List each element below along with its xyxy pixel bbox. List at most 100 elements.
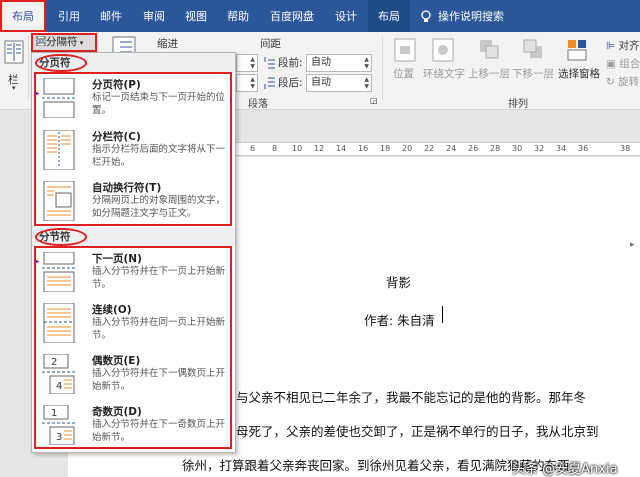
- send-backward-label: 下移一层: [512, 68, 554, 80]
- tab-table-layout[interactable]: 布局: [368, 0, 410, 32]
- section-breaks-header: 分节符: [32, 227, 235, 247]
- menu-item-title: 偶数页(E): [92, 355, 141, 367]
- menu-item-even-page[interactable]: 24 偶数页(E) 插入分节符并在下一偶数页上开始新节。: [32, 350, 235, 400]
- bring-forward-label: 上移一层: [468, 68, 510, 80]
- watermark: 头条 @安夏Anxia: [512, 462, 618, 477]
- align-button[interactable]: ⊫ 对齐: [606, 38, 640, 53]
- rotate-label: 旋转: [618, 76, 640, 88]
- arrange-group-label: 排列: [508, 99, 528, 110]
- menu-item-next-page[interactable]: ▶ 下一页(N) 插入分节符并在下一页上开始新节。: [32, 248, 235, 298]
- svg-text:1: 1: [51, 408, 57, 419]
- menu-item-text-wrapping-break[interactable]: 自动换行符(T) 分隔网页上的对象周围的文字，如分隔题注文字与正文。: [32, 177, 235, 227]
- ruler-tick: 16: [358, 144, 369, 153]
- ruler-tick: 6: [250, 144, 256, 153]
- odd-page-section-icon: 13: [42, 405, 76, 445]
- tab-references[interactable]: 引用: [48, 0, 90, 32]
- space-before-icon: [264, 57, 275, 69]
- doc-paragraph-line: 母死了，父亲的差使也交卸了，正是祸不单行的日子，我从北京到: [236, 424, 599, 439]
- tab-view[interactable]: 视图: [176, 0, 216, 32]
- ruler-tick: 14: [336, 144, 347, 153]
- menu-item-desc: 插入分节符并在下一偶数页上开始新节。: [92, 368, 226, 392]
- breaks-icon: [36, 35, 46, 47]
- ruler-tick: 38: [620, 144, 631, 153]
- ribbon-tab-bar: 布局 引用 邮件 审阅 视图 帮助 百度网盘 设计 布局 操作说明搜索: [0, 0, 640, 32]
- breaks-dropdown: 分页符 ▶ 分页符(P) 标记一页结束与下一页开始的位置。 分栏符(C) 指示分…: [31, 52, 236, 453]
- continuous-section-icon: [43, 303, 75, 343]
- space-before-label: 段前:: [278, 57, 303, 69]
- tab-baidu-netdisk[interactable]: 百度网盘: [262, 0, 322, 32]
- doc-paragraph-line: 与父亲不相见已二年余了，我最不能忘记的是他的背影。那年冬: [236, 390, 587, 405]
- tab-help[interactable]: 帮助: [218, 0, 258, 32]
- menu-item-title: 连续(O): [92, 304, 132, 316]
- ruler-tick: 32: [534, 144, 545, 153]
- group-label: 组合: [619, 58, 640, 70]
- ruler-tick: 20: [402, 144, 413, 153]
- tab-layout[interactable]: 布局: [0, 0, 46, 32]
- menu-item-desc: 指示分栏符后面的文字将从下一栏开始。: [92, 144, 226, 168]
- selection-pane-icon[interactable]: [566, 38, 588, 62]
- group-button[interactable]: ▣ 组合: [606, 56, 640, 71]
- space-after-value: 自动: [311, 77, 331, 88]
- position-icon[interactable]: [394, 38, 416, 62]
- indent-left-spinner[interactable]: ▲ ▼: [236, 54, 258, 72]
- tab-design[interactable]: 设计: [326, 0, 366, 32]
- menu-item-title: 分页符(P): [92, 79, 141, 91]
- svg-text:3: 3: [56, 432, 62, 443]
- spacing-label: 间距: [260, 38, 281, 50]
- breaks-button[interactable]: 分隔符 ▾: [31, 33, 97, 52]
- ruler-tick: 36: [578, 144, 589, 153]
- ruler-tick: 28: [490, 144, 501, 153]
- ruler-tick: 18: [380, 144, 391, 153]
- menu-item-desc: 标记一页结束与下一页开始的位置。: [92, 92, 226, 116]
- doc-author: 作者: 朱自清: [364, 313, 435, 328]
- space-after-input[interactable]: 自动 ▲ ▼: [306, 74, 372, 92]
- menu-item-column-break[interactable]: 分栏符(C) 指示分栏符后面的文字将从下一栏开始。: [32, 126, 235, 176]
- menu-item-title: 奇数页(D): [92, 406, 142, 418]
- column-break-icon: [43, 130, 75, 170]
- space-after-icon: [264, 77, 275, 89]
- menu-item-title: 下一页(N): [92, 253, 142, 265]
- selection-pane-label: 选择窗格: [558, 68, 600, 80]
- bring-forward-icon[interactable]: [478, 38, 500, 62]
- next-page-section-icon: [42, 252, 76, 292]
- horizontal-ruler[interactable]: 6 8 10 12 14 16 18 20 22 24 26 28 30 32 …: [230, 142, 640, 156]
- indent-right-spinner[interactable]: ▲ ▼: [236, 74, 258, 92]
- space-before-value: 自动: [311, 57, 331, 68]
- ruler-tick: 24: [446, 144, 457, 153]
- ruler-tick: 30: [512, 144, 523, 153]
- tell-me-label: 操作说明搜索: [438, 10, 504, 23]
- position-label: 位置: [393, 68, 414, 80]
- menu-item-continuous[interactable]: 连续(O) 插入分节符并在同一页上开始新节。: [32, 299, 235, 349]
- menu-item-desc: 分隔网页上的对象周围的文字，如分隔题注文字与正文。: [92, 195, 226, 219]
- ruler-tick: 26: [468, 144, 479, 153]
- tell-me-search[interactable]: 操作说明搜索: [420, 0, 530, 32]
- svg-text:2: 2: [51, 357, 57, 368]
- columns-icon[interactable]: [4, 40, 24, 64]
- wrap-text-icon[interactable]: [432, 38, 454, 62]
- space-before-input[interactable]: 自动 ▲ ▼: [306, 54, 372, 72]
- separator: [28, 36, 29, 100]
- breaks-label: 分隔符: [46, 36, 78, 48]
- separator: [382, 36, 383, 100]
- paragraph-group-label: 段落: [248, 99, 268, 110]
- ruler-tick: 22: [424, 144, 435, 153]
- breaks-chevron-icon: ▾: [77, 39, 84, 47]
- scroll-marker-icon[interactable]: ▸: [630, 240, 640, 254]
- ruler-tick: 34: [556, 144, 567, 153]
- menu-item-desc: 插入分节符并在下一页上开始新节。: [92, 266, 226, 290]
- rotate-button[interactable]: ↻ 旋转: [606, 74, 639, 89]
- page-breaks-header: 分页符: [32, 53, 235, 73]
- menu-item-odd-page[interactable]: 13 奇数页(D) 插入分节符并在下一奇数页上开始新节。: [32, 401, 235, 451]
- wrap-text-label: 环绕文字: [423, 68, 465, 80]
- menu-item-page-break[interactable]: ▶ 分页符(P) 标记一页结束与下一页开始的位置。: [32, 74, 235, 124]
- columns-chevron-icon: ▾: [12, 84, 16, 92]
- send-backward-icon[interactable]: [522, 38, 544, 62]
- tab-mailings[interactable]: 邮件: [90, 0, 132, 32]
- ruler-tick: 10: [292, 144, 303, 153]
- align-label: 对齐: [618, 40, 640, 52]
- indent-label: 缩进: [157, 38, 178, 50]
- space-after-label: 段后:: [278, 77, 303, 89]
- menu-item-desc: 插入分节符并在同一页上开始新节。: [92, 317, 226, 341]
- paragraph-dialog-launcher-icon[interactable]: ◲: [370, 96, 378, 105]
- tab-review[interactable]: 审阅: [134, 0, 174, 32]
